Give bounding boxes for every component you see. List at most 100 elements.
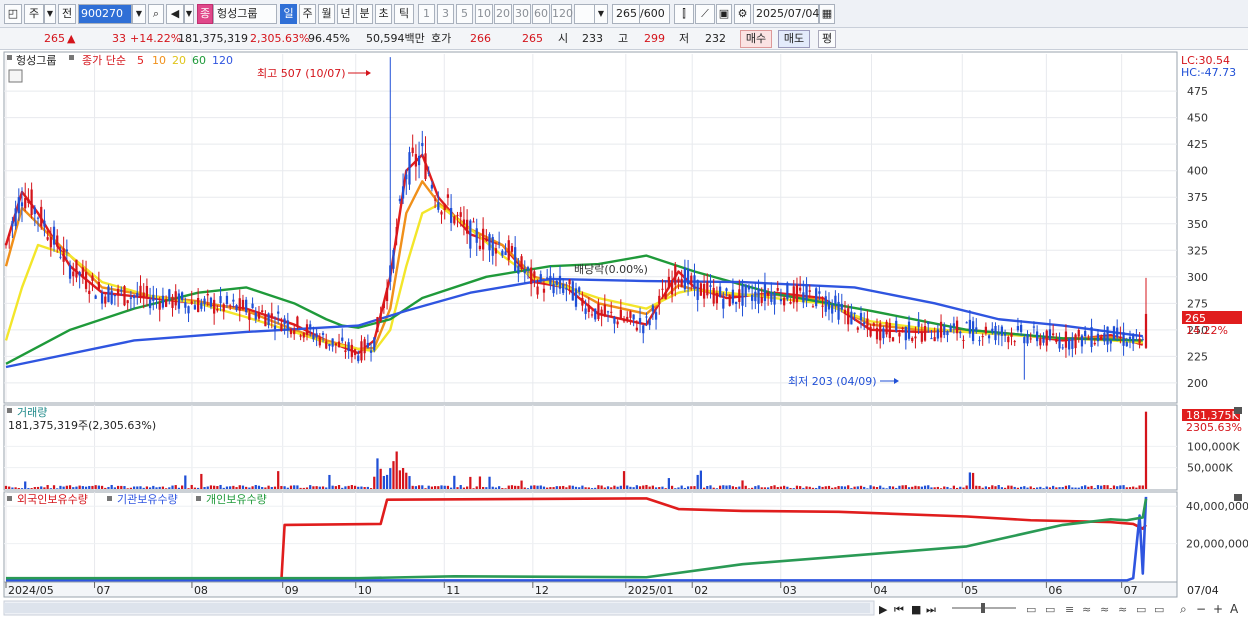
gear-icon[interactable]: ⚙	[734, 4, 751, 24]
prev-button[interactable]: 전	[58, 4, 76, 24]
stock-code-input[interactable]: 900270	[78, 4, 132, 24]
date-input[interactable]: 2025/07/04	[753, 4, 819, 24]
volume-bar	[1087, 486, 1090, 489]
indicator-4-icon[interactable]: ≈	[1118, 603, 1127, 616]
candle-body	[1141, 339, 1144, 341]
volume-bar	[834, 487, 837, 489]
candle-body	[350, 344, 353, 358]
volume-bar	[382, 475, 385, 489]
tab-day[interactable]: 일	[280, 4, 297, 24]
speaker-chevron-icon[interactable]: ▼	[184, 4, 194, 24]
volume-bar	[728, 485, 731, 489]
volume-bar	[1112, 485, 1116, 489]
volume-bar	[574, 486, 578, 489]
volume-bar	[46, 485, 49, 489]
fast-forward-icon[interactable]: ⏭	[926, 603, 936, 616]
window-menu-icon[interactable]: ◰	[4, 4, 22, 24]
indicator-5-icon[interactable]: ▭	[1136, 603, 1146, 616]
candle-body	[1036, 331, 1039, 342]
tab-year[interactable]: 년	[337, 4, 354, 24]
candle-body	[939, 321, 943, 338]
candle-body	[818, 291, 821, 294]
layout-2-icon[interactable]: ▭	[1045, 603, 1055, 616]
speaker-icon[interactable]: ◀	[166, 4, 184, 24]
candle-body	[376, 317, 379, 333]
candle-body	[337, 341, 341, 347]
candle-body	[155, 298, 158, 301]
candle-body	[1045, 330, 1048, 346]
layout-1-icon[interactable]: ▭	[1026, 603, 1036, 616]
candle-body	[638, 317, 642, 324]
volume-bar	[104, 487, 107, 489]
candle-body	[795, 284, 799, 303]
volume-bar	[1116, 486, 1119, 489]
candle-body	[414, 154, 418, 167]
period-select[interactable]: 주	[24, 4, 44, 24]
volume-bar	[225, 486, 229, 489]
scroll-thumb[interactable]	[4, 603, 870, 613]
interval-20[interactable]: 20	[494, 4, 512, 24]
candle-body	[107, 286, 110, 303]
interval-120[interactable]: 120	[551, 4, 573, 24]
candle-body	[645, 316, 648, 318]
tab-week[interactable]: 주	[299, 4, 316, 24]
volume-value: 181,375,319	[178, 32, 248, 45]
candle-body	[353, 349, 357, 355]
interval-10[interactable]: 10	[475, 4, 493, 24]
calendar-icon[interactable]: ▦	[819, 4, 835, 24]
candle-body	[619, 309, 622, 319]
zoom-search-icon[interactable]: ⌕	[1180, 602, 1187, 616]
volume-bar	[360, 486, 363, 489]
save-icon[interactable]: ▣	[716, 4, 732, 24]
candle-body	[571, 281, 574, 301]
interval-60[interactable]: 60	[532, 4, 550, 24]
font-size-icon[interactable]: A	[1230, 602, 1239, 616]
volume-panel-maximize-icon[interactable]	[1234, 407, 1242, 414]
zoom-in-icon[interactable]: +	[1213, 602, 1223, 616]
volume-bar	[965, 485, 968, 489]
volume-bar	[709, 485, 712, 489]
interval-3[interactable]: 3	[437, 4, 454, 24]
volume-bar	[626, 485, 629, 489]
stop-icon[interactable]: ■	[911, 603, 921, 616]
interval-chevron-icon[interactable]: ▼	[594, 4, 608, 24]
holding-panel-maximize-icon[interactable]	[1234, 494, 1242, 501]
volume-bar	[981, 487, 984, 489]
candle-type-icon[interactable]: ⫿	[674, 4, 694, 24]
code-dropdown-chevron-icon[interactable]: ▼	[132, 4, 146, 24]
volume-bar	[763, 487, 767, 489]
interval-1[interactable]: 1	[418, 4, 435, 24]
price-tick-label: 475	[1187, 85, 1208, 98]
count-input[interactable]: 265	[612, 4, 640, 24]
indicator-6-icon[interactable]: ▭	[1154, 603, 1164, 616]
stock-name-field[interactable]: 헝성그룹	[213, 4, 277, 24]
indicator-3-icon[interactable]: ≈	[1100, 603, 1109, 616]
stock-chart[interactable]: 200225250275300325350375400425450475 50,…	[0, 50, 1248, 621]
interval-5[interactable]: 5	[456, 4, 473, 24]
avg-button[interactable]: 평	[818, 30, 836, 48]
tab-tick[interactable]: 틱	[394, 4, 414, 24]
data-table-icon[interactable]	[8, 69, 23, 83]
chevron-down-icon[interactable]: ▼	[44, 4, 56, 24]
candle-body	[930, 338, 933, 340]
candle-body	[1093, 342, 1096, 345]
play-icon[interactable]: ▶	[879, 603, 888, 616]
zoom-out-icon[interactable]: −	[1196, 602, 1206, 616]
search-icon[interactable]: ⌕	[148, 4, 164, 24]
rewind-icon[interactable]: ⏮	[894, 603, 904, 616]
interval-30[interactable]: 30	[513, 4, 531, 24]
indicator-2-icon[interactable]: ≈	[1082, 603, 1091, 616]
tab-second[interactable]: 초	[375, 4, 392, 24]
tab-month[interactable]: 월	[318, 4, 335, 24]
volume-bar	[514, 485, 517, 489]
volume-bar	[8, 486, 11, 489]
zoom-slider-handle[interactable]	[981, 603, 985, 613]
candle-body	[674, 265, 677, 285]
buy-button[interactable]: 매수	[740, 30, 772, 48]
candle-body	[1029, 338, 1032, 340]
sell-button[interactable]: 매도	[778, 30, 810, 48]
drawing-tools-icon[interactable]: ⟋	[695, 4, 715, 24]
indicator-1-icon[interactable]: ≡	[1065, 603, 1074, 616]
tab-minute[interactable]: 분	[356, 4, 373, 24]
candle-body	[299, 335, 302, 337]
